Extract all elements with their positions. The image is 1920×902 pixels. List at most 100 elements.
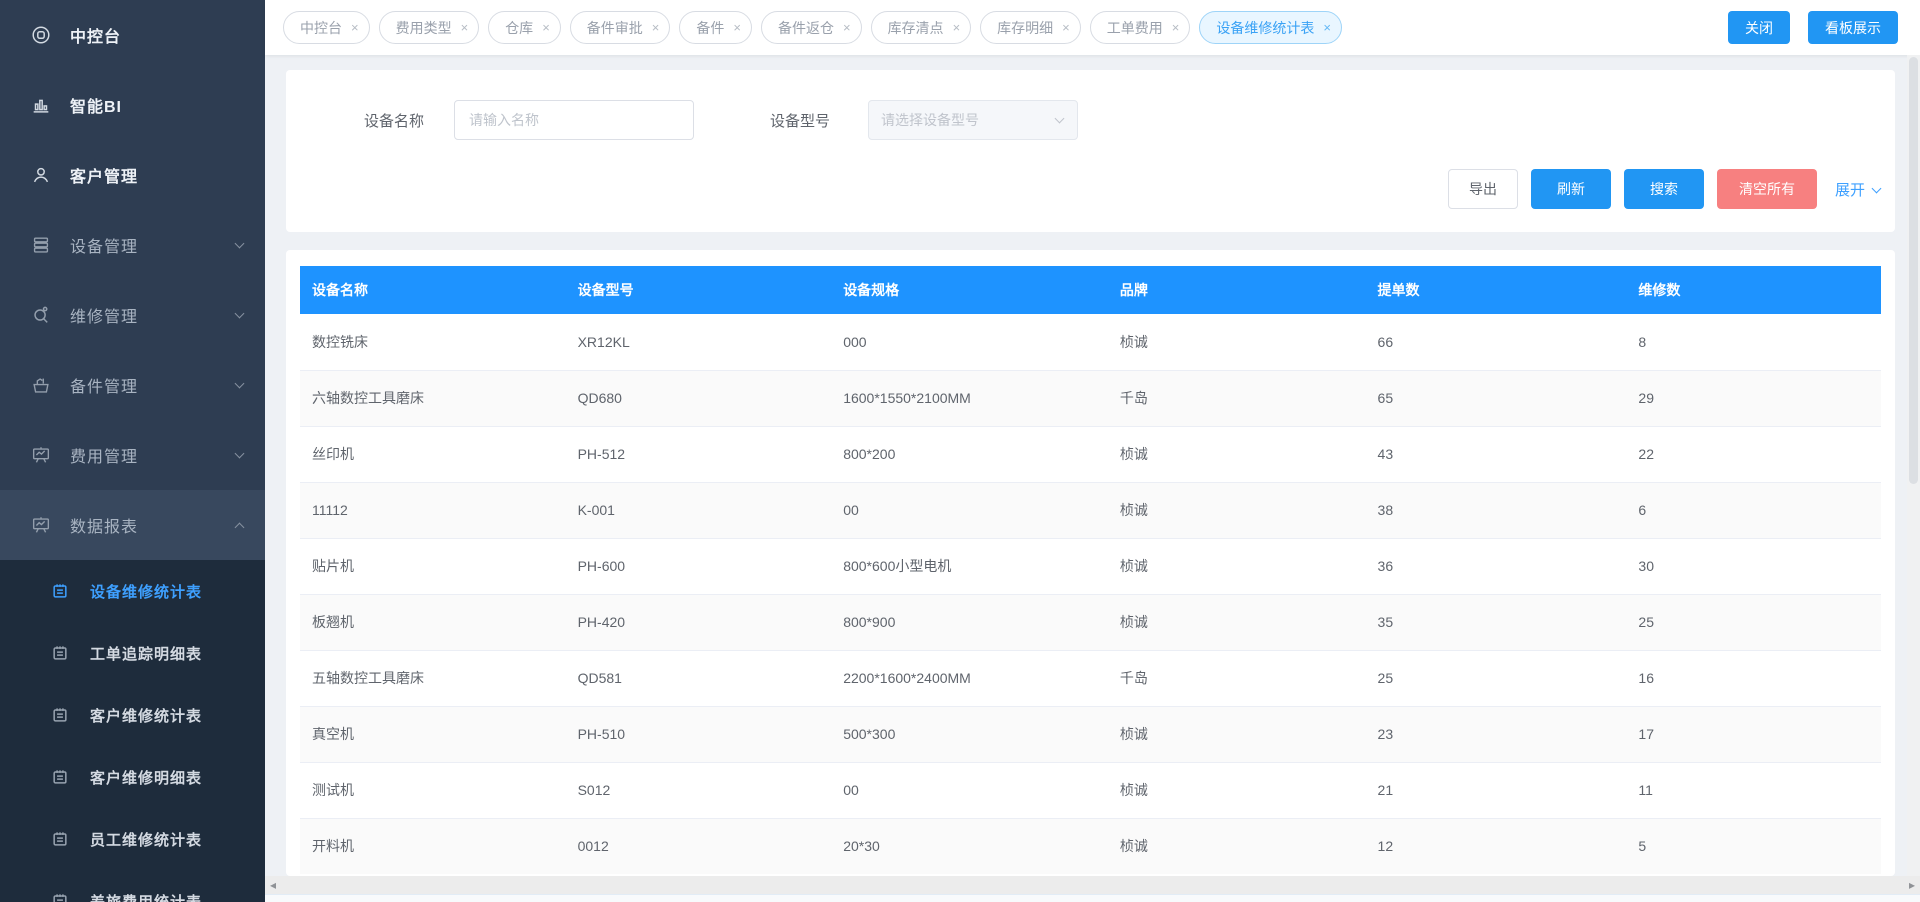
tab-close-icon[interactable]: × [1062,21,1070,34]
submenu-item-travel-expense-stats[interactable]: 差旅费用统计表 [0,870,265,902]
tab-close-icon[interactable]: × [843,21,851,34]
reports-submenu: 设备维修统计表 工单追踪明细表 客户维修统计表 客户维修明细表 [0,560,265,902]
chevron-down-icon [235,239,245,249]
cell-brand: 桢诚 [1108,762,1366,818]
cell-device-name: 开料机 [300,818,566,874]
sidebar-item-bi[interactable]: 智能BI [0,70,265,140]
tab-close-icon[interactable]: × [542,21,550,34]
expand-toggle[interactable]: 展开 [1835,179,1880,200]
expand-label: 展开 [1835,179,1865,200]
sidebar-item-customers[interactable]: 客户管理 [0,140,265,210]
board-display-button[interactable]: 看板展示 [1808,11,1898,44]
tab-stock-check[interactable]: 库存清点× [871,11,972,44]
column-header-order-count: 提单数 [1366,266,1627,314]
cell-brand: 桢诚 [1108,594,1366,650]
tab-device-repair-stats[interactable]: 设备维修统计表× [1199,11,1342,44]
cell-device-model: S012 [566,762,832,818]
device-name-label: 设备名称 [362,110,424,131]
bottom-edge-strip [265,894,1920,902]
tab-close-icon[interactable]: × [733,21,741,34]
submenu-item-customer-repair-stats[interactable]: 客户维修统计表 [0,684,265,746]
table-row: 真空机PH-510500*300桢诚2317 [300,706,1881,762]
table-panel: 设备名称 设备型号 设备规格 品牌 提单数 维修数 数控铣床XR12KL000桢… [286,250,1895,876]
cell-device-spec: 800*600小型电机 [831,538,1108,594]
notebook-icon [50,643,70,663]
sidebar-item-equipment[interactable]: 设备管理 [0,210,265,280]
submenu-item-employee-repair-stats[interactable]: 员工维修统计表 [0,808,265,870]
tab-close-icon[interactable]: × [953,21,961,34]
tab-warehouse[interactable]: 仓库 × [488,11,561,44]
table-row: 数控铣床XR12KL000桢诚668 [300,314,1881,370]
clear-all-button[interactable]: 清空所有 [1717,169,1817,209]
cell-repair-count: 11 [1626,762,1881,818]
tab-label: 费用类型 [396,18,452,38]
scroll-right-icon[interactable]: ▸ [1909,879,1915,891]
tab-expense-type[interactable]: 费用类型 × [379,11,480,44]
horizontal-scrollbar[interactable]: ◂ ▸ [265,876,1920,894]
cell-device-spec: 2200*1600*2400MM [831,650,1108,706]
export-button[interactable]: 导出 [1448,169,1518,209]
tab-console[interactable]: 中控台× [283,11,370,44]
close-button[interactable]: 关闭 [1728,11,1790,44]
tab-bar: 中控台× 费用类型 × 仓库 × 备件审批× 备件× 备件返仓× 库存清点× 库存明… [283,11,1728,44]
scroll-left-icon[interactable]: ◂ [270,879,276,891]
submenu-item-device-repair-stats[interactable]: 设备维修统计表 [0,560,265,622]
cell-device-name: 测试机 [300,762,566,818]
device-model-select[interactable]: 请选择设备型号 [868,100,1078,140]
chevron-down-icon [235,309,245,319]
cell-repair-count: 5 [1626,818,1881,874]
report-icon [30,514,52,536]
sidebar-item-repair[interactable]: 维修管理 [0,280,265,350]
cell-repair-count: 8 [1626,314,1881,370]
chevron-down-icon [235,379,245,389]
sidebar-item-reports[interactable]: 数据报表 [0,490,265,560]
cell-device-spec: 00 [831,482,1108,538]
notebook-icon [50,705,70,725]
cell-device-spec: 00 [831,762,1108,818]
tab-spare-return[interactable]: 备件返仓× [761,11,862,44]
search-button[interactable]: 搜索 [1624,169,1704,209]
cell-brand: 桢诚 [1108,482,1366,538]
tab-close-icon[interactable]: × [1172,21,1180,34]
refresh-button[interactable]: 刷新 [1531,169,1611,209]
sidebar-item-console[interactable]: 中控台 [0,0,265,70]
cell-brand: 桢诚 [1108,538,1366,594]
cell-device-name: 真空机 [300,706,566,762]
repair-icon [30,304,52,326]
notebook-icon [50,581,70,601]
column-header-device-name: 设备名称 [300,266,566,314]
column-header-repair-count: 维修数 [1626,266,1881,314]
cell-order-count: 36 [1366,538,1627,594]
sidebar-item-spare-parts[interactable]: 备件管理 [0,350,265,420]
submenu-item-customer-repair-detail[interactable]: 客户维修明细表 [0,746,265,808]
tab-stock-detail[interactable]: 库存明细× [980,11,1081,44]
console-icon [30,24,52,46]
tab-workorder-cost[interactable]: 工单费用× [1090,11,1191,44]
submenu-item-workorder-trace[interactable]: 工单追踪明细表 [0,622,265,684]
cell-order-count: 65 [1366,370,1627,426]
tab-spare-parts[interactable]: 备件× [679,11,752,44]
sidebar-item-expense[interactable]: 费用管理 [0,420,265,490]
sidebar-item-label: 数据报表 [70,513,138,537]
device-repair-table: 设备名称 设备型号 设备规格 品牌 提单数 维修数 数控铣床XR12KL000桢… [300,266,1881,874]
vertical-scrollbar[interactable] [1907,55,1920,876]
vertical-scrollbar-thumb[interactable] [1909,57,1918,484]
device-name-input[interactable] [454,100,694,140]
device-model-placeholder: 请选择设备型号 [881,110,1056,130]
cell-device-name: 板翘机 [300,594,566,650]
cell-brand: 千岛 [1108,650,1366,706]
tab-spare-approval[interactable]: 备件审批× [570,11,671,44]
chevron-down-icon [235,449,245,459]
tab-close-icon[interactable]: × [351,21,359,34]
column-header-brand: 品牌 [1108,266,1366,314]
table-row: 11112K-00100桢诚386 [300,482,1881,538]
tab-close-icon[interactable]: × [461,21,469,34]
tab-close-icon[interactable]: × [1323,21,1331,34]
sidebar-item-label: 客户管理 [70,163,138,187]
cell-repair-count: 25 [1626,594,1881,650]
tab-label: 仓库 [505,18,533,38]
cell-order-count: 66 [1366,314,1627,370]
submenu-item-label: 设备维修统计表 [90,581,202,602]
tab-close-icon[interactable]: × [652,21,660,34]
notebook-icon [50,891,70,902]
